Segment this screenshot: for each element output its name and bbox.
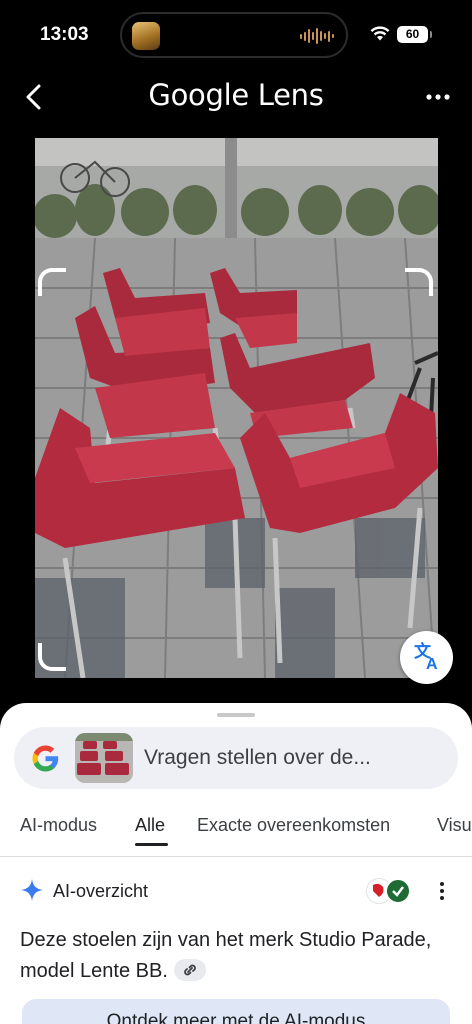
translate-button[interactable]: 文 A	[400, 631, 453, 684]
now-playing-artwork-icon	[132, 22, 160, 50]
captured-photo[interactable]	[35, 138, 438, 678]
more-options-icon[interactable]	[424, 86, 452, 108]
tab-visual[interactable]: Visu	[437, 815, 472, 836]
search-image-thumbnail[interactable]	[75, 733, 133, 783]
results-tabs: AI-modus Alle Exacte overeenkomsten Visu	[0, 799, 472, 857]
ai-overview-title: AI-overzicht	[53, 881, 149, 901]
gemini-sparkle-icon	[21, 879, 43, 901]
scan-frame-corner-bl	[38, 643, 66, 671]
search-input[interactable]: Vragen stellen over de...	[144, 746, 371, 770]
tab-exacte-overeenkomsten[interactable]: Exacte overeenkomsten	[197, 815, 390, 836]
results-sheet: Vragen stellen over de... AI-modus Alle …	[0, 703, 472, 1024]
wifi-icon	[370, 26, 390, 41]
sheet-drag-handle[interactable]	[217, 713, 255, 717]
tab-alle[interactable]: Alle	[135, 815, 165, 836]
scan-frame-corner-tl	[38, 268, 66, 296]
ai-mode-cta-button[interactable]: Ontdek meer met de AI-modus	[22, 999, 450, 1024]
ai-overview-header: AI-overzicht	[0, 873, 472, 909]
status-time: 13:03	[40, 24, 89, 45]
chairs-photo-illustration	[35, 138, 438, 678]
link-icon	[184, 964, 196, 976]
lens-header: Google Lens	[0, 70, 472, 126]
battery-indicator: 60	[397, 26, 432, 43]
tab-ai-modus[interactable]: AI-modus	[20, 815, 97, 836]
translate-icon: 文 A	[414, 641, 438, 673]
ai-overview-text: Deze stoelen zijn van het merk Studio Pa…	[20, 925, 440, 987]
google-logo-icon	[32, 745, 59, 772]
status-bar: 13:03 60	[0, 0, 472, 66]
audio-waveform-icon	[300, 27, 334, 45]
scan-frame-corner-tr	[405, 268, 433, 296]
search-bar[interactable]: Vragen stellen over de...	[14, 727, 458, 789]
dynamic-island[interactable]	[120, 12, 348, 58]
page-title: Google Lens	[148, 78, 324, 112]
svg-text:A: A	[426, 656, 438, 673]
source-favicon-icon	[385, 878, 411, 904]
more-vert-icon[interactable]	[432, 879, 452, 903]
active-tab-indicator	[135, 843, 168, 846]
source-link-chip[interactable]	[173, 958, 206, 981]
ai-overview-body: Deze stoelen zijn van het merk Studio Pa…	[20, 929, 432, 982]
source-favicons[interactable]	[366, 878, 411, 904]
